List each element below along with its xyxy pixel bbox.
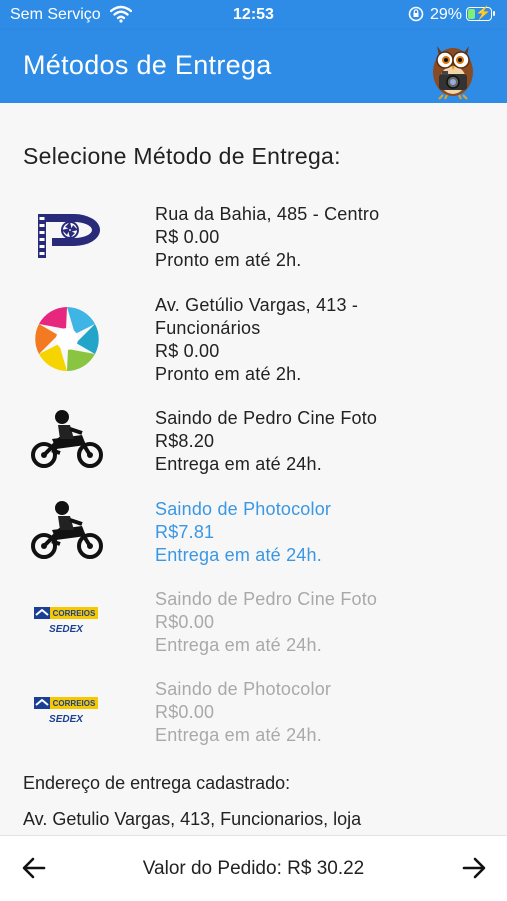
- method-price: R$ 0.00: [155, 341, 220, 361]
- status-bar: Sem Serviço 12:53 29% ⚡: [0, 0, 507, 30]
- method-price: R$8.20: [155, 431, 215, 451]
- method-price: R$7.81: [155, 522, 215, 542]
- orientation-lock-icon: [408, 6, 424, 27]
- method-eta: Entrega em até 24h.: [155, 635, 322, 655]
- delivery-method-list: Selecione Método de Entrega: Rua da Bahi…: [0, 103, 507, 835]
- svg-text:SEDEX: SEDEX: [49, 624, 84, 635]
- arrow-right-icon[interactable]: [460, 854, 488, 882]
- delivery-method-text: Saindo de Photocolor R$7.81 Entrega em a…: [155, 498, 331, 567]
- method-origin: Saindo de Pedro Cine Foto: [155, 589, 378, 609]
- method-address: Rua da Bahia, 485 - Centro: [155, 204, 380, 224]
- delivery-method-text: Saindo de Pedro Cine Foto R$0.00 Entrega…: [155, 588, 377, 657]
- method-price: R$ 0.00: [155, 227, 220, 247]
- app-bar: Métodos de Entrega: [0, 30, 507, 103]
- svg-text:SEDEX: SEDEX: [49, 714, 84, 725]
- method-eta: Entrega em até 24h.: [155, 545, 322, 565]
- delivery-method-text: Av. Getúlio Vargas, 413 - Funcionários R…: [155, 294, 358, 386]
- section-heading: Selecione Método de Entrega:: [23, 143, 341, 169]
- method-address: Av. Getúlio Vargas, 413 -: [155, 295, 359, 315]
- delivery-method-text: Saindo de Pedro Cine Foto R$8.20 Entrega…: [155, 407, 377, 476]
- method-address-continued: Funcionários: [155, 318, 261, 338]
- battery-percent: 29%: [430, 6, 463, 23]
- method-price: R$0.00: [155, 702, 215, 722]
- svg-text:CORREIOS: CORREIOS: [53, 609, 96, 618]
- correios-sedex-logo-icon: CORREIOS SEDEX: [30, 694, 104, 764]
- bottom-bar: Valor do Pedido: R$ 30.22: [0, 835, 507, 901]
- svg-text:CORREIOS: CORREIOS: [53, 699, 96, 708]
- delivery-address-value: Av. Getulio Vargas, 413, Funcionarios, l…: [23, 809, 362, 829]
- method-price: R$0.00: [155, 612, 215, 632]
- motorcycle-courier-icon: [30, 409, 104, 479]
- charging-bolt-icon: ⚡: [475, 5, 492, 20]
- photocolor-aperture-logo-icon: [30, 304, 104, 374]
- battery-icon: ⚡: [466, 5, 495, 21]
- correios-sedex-logo-icon: CORREIOS SEDEX: [30, 604, 104, 674]
- delivery-method-text: Rua da Bahia, 485 - Centro R$ 0.00 Pront…: [155, 203, 379, 272]
- method-eta: Pronto em até 2h.: [155, 250, 302, 270]
- method-origin: Saindo de Photocolor: [155, 499, 332, 519]
- pedro-cine-foto-logo-icon: [30, 206, 104, 276]
- delivery-method-text: Saindo de Photocolor R$0.00 Entrega em a…: [155, 678, 331, 747]
- order-total: Valor do Pedido: R$ 30.22: [142, 858, 365, 879]
- battery-level: [468, 9, 475, 19]
- owl-photographer-logo-icon: [425, 40, 481, 100]
- method-eta: Pronto em até 2h.: [155, 364, 302, 384]
- method-eta: Entrega em até 24h.: [155, 454, 322, 474]
- method-origin: Saindo de Photocolor: [155, 679, 332, 699]
- method-origin: Saindo de Pedro Cine Foto: [155, 408, 378, 428]
- page-title: Métodos de Entrega: [23, 50, 272, 80]
- motorcycle-courier-icon: [30, 500, 104, 570]
- delivery-address-label: Endereço de entrega cadastrado:: [23, 773, 291, 793]
- method-eta: Entrega em até 24h.: [155, 725, 322, 745]
